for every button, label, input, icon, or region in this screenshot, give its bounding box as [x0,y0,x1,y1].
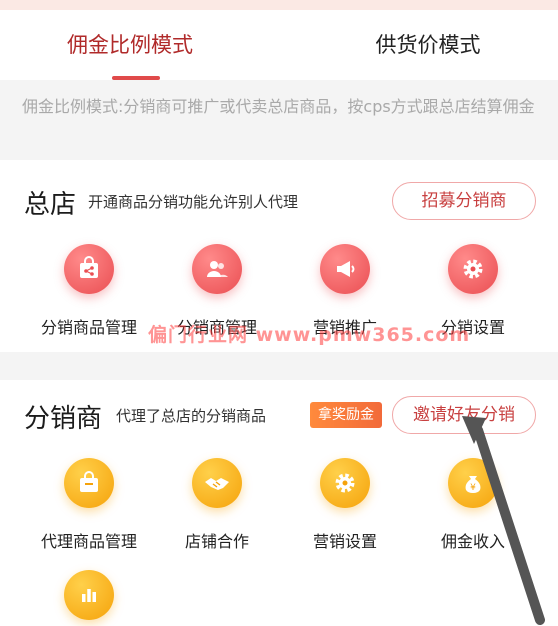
annotation-arrow-icon [462,416,545,625]
